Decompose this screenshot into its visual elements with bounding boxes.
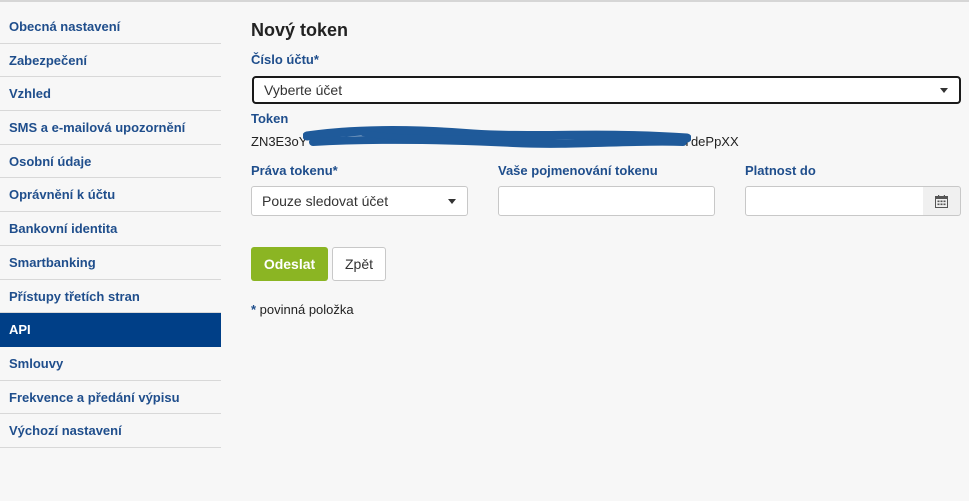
settings-sidebar: Obecná nastavení Zabezpečení Vzhled SMS …: [0, 10, 221, 448]
token-name-label: Vaše pojmenování tokenu: [498, 163, 658, 178]
account-select-value: Vyberte účet: [264, 82, 343, 98]
account-select[interactable]: Vyberte účet: [252, 76, 961, 104]
sidebar-item-statement-frequency[interactable]: Frekvence a předání výpisu: [0, 381, 221, 415]
token-rights-label: Práva tokenu*: [251, 163, 338, 178]
sidebar-item-security[interactable]: Zabezpečení: [0, 44, 221, 78]
top-divider: [0, 0, 969, 2]
sidebar-item-notifications[interactable]: SMS a e-mailová upozornění: [0, 111, 221, 145]
required-note-text: povinná položka: [256, 302, 354, 317]
sidebar-item-account-permissions[interactable]: Oprávnění k účtu: [0, 178, 221, 213]
calendar-icon: [935, 194, 948, 208]
token-rights-select[interactable]: Pouze sledovat účet: [251, 186, 468, 216]
submit-button[interactable]: Odeslat: [251, 247, 328, 281]
token-redaction-scribble: [303, 126, 691, 148]
required-field-note: * povinná položka: [251, 302, 354, 317]
sidebar-item-personal-data[interactable]: Osobní údaje: [0, 145, 221, 179]
sidebar-item-default-settings[interactable]: Výchozí nastavení: [0, 414, 221, 448]
sidebar-item-appearance[interactable]: Vzhled: [0, 77, 221, 112]
token-rights-value: Pouze sledovat účet: [262, 193, 389, 209]
page-title: Nový token: [251, 20, 349, 40]
token-label: Token: [251, 111, 289, 126]
sidebar-item-contracts[interactable]: Smlouvy: [0, 347, 221, 381]
sidebar-item-bank-identity[interactable]: Bankovní identita: [0, 212, 221, 246]
sidebar-item-general[interactable]: Obecná nastavení: [0, 10, 221, 44]
validity-date-input[interactable]: [745, 186, 924, 216]
sidebar-item-smartbanking[interactable]: Smartbanking: [0, 246, 221, 280]
sidebar-item-third-party-access[interactable]: Přístupy třetích stran: [0, 280, 221, 314]
token-prefix: ZN3E3oY: [251, 134, 308, 149]
chevron-down-icon: [448, 199, 456, 204]
validity-label: Platnost do: [745, 163, 816, 178]
chevron-down-icon: [940, 88, 948, 93]
account-number-label: Číslo účtu*: [251, 52, 319, 67]
sidebar-item-api[interactable]: API: [0, 313, 221, 347]
token-name-input[interactable]: [498, 186, 715, 216]
back-button[interactable]: Zpět: [332, 247, 386, 281]
token-suffix: TdePpXX: [683, 134, 739, 149]
calendar-button[interactable]: [923, 186, 961, 216]
